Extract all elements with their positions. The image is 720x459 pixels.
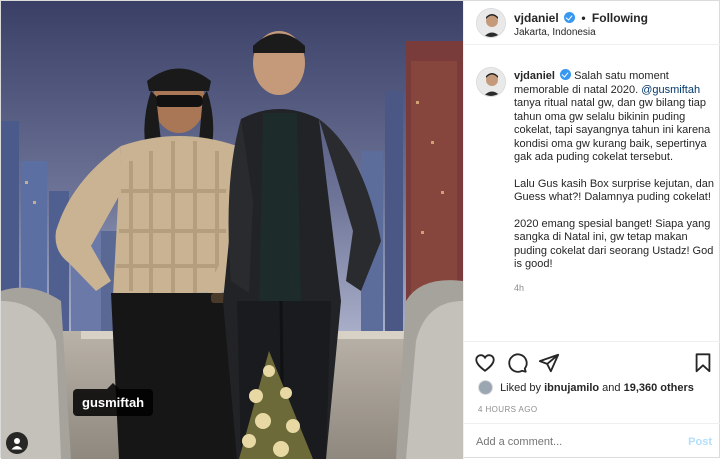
caption-paragraph-2: Lalu Gus kasih Box surprise kejutan, dan… <box>514 177 714 204</box>
post-caption: vjdaniel Salah satu moment memorable di … <box>464 59 720 341</box>
photo-scene <box>1 1 463 459</box>
comment-input[interactable] <box>476 436 676 448</box>
avatar-portrait <box>477 9 505 37</box>
instagram-post: gusmiftah vjdaniel • Following Jakarta, … <box>0 0 720 459</box>
liked-by-and: and <box>602 382 621 394</box>
post-photo[interactable]: gusmiftah <box>1 1 463 459</box>
person-icon <box>11 438 23 450</box>
comment-icon <box>508 353 528 373</box>
caption-mention-link[interactable]: @gusmiftah <box>641 84 700 96</box>
liker-avatar[interactable] <box>478 380 493 395</box>
comment-button[interactable] <box>506 352 528 374</box>
caption-avatar[interactable] <box>476 67 506 97</box>
heart-icon <box>475 354 495 372</box>
post-comment-button[interactable]: Post <box>688 436 712 448</box>
user-tag-label[interactable]: gusmiftah <box>73 383 154 416</box>
save-button[interactable] <box>692 352 714 374</box>
caption-paragraph-3: 2020 emang spesial banget! Siapa yang sa… <box>514 217 714 271</box>
separator-dot: • <box>581 11 586 25</box>
caption-timestamp: 4h <box>514 282 525 293</box>
likes-summary: Liked by ibnujamilo and 19,360 others <box>478 380 694 395</box>
likes-count-link[interactable]: 19,360 others <box>624 382 694 394</box>
post-header: vjdaniel • Following Jakarta, Indonesia <box>464 1 720 45</box>
caption-username[interactable]: vjdaniel <box>514 70 555 82</box>
user-tags-button[interactable] <box>6 432 28 454</box>
verified-badge-icon <box>560 69 572 80</box>
liked-by-user[interactable]: ibnujamilo <box>544 382 599 394</box>
post-location[interactable]: Jakarta, Indonesia <box>514 27 596 38</box>
author-username[interactable]: vjdaniel <box>514 11 559 25</box>
author-avatar[interactable] <box>476 8 506 38</box>
share-button[interactable] <box>538 352 560 374</box>
post-time-ago[interactable]: 4 HOURS AGO <box>478 405 538 414</box>
header-user-line: vjdaniel • Following <box>514 11 648 25</box>
caption-text: vjdaniel Salah satu moment memorable di … <box>514 69 714 295</box>
avatar-portrait <box>477 68 505 96</box>
comment-bar: Post <box>464 423 720 459</box>
like-button[interactable] <box>474 352 496 374</box>
verified-badge-icon <box>564 12 576 23</box>
caption-part-2: tanya ritual natal gw, dan gw bilang tia… <box>514 97 711 163</box>
bookmark-icon <box>695 353 711 373</box>
following-button[interactable]: Following <box>592 11 648 25</box>
liked-by-prefix: Liked by <box>500 382 542 394</box>
post-side-panel: vjdaniel • Following Jakarta, Indonesia … <box>463 1 720 459</box>
share-icon <box>538 353 560 373</box>
